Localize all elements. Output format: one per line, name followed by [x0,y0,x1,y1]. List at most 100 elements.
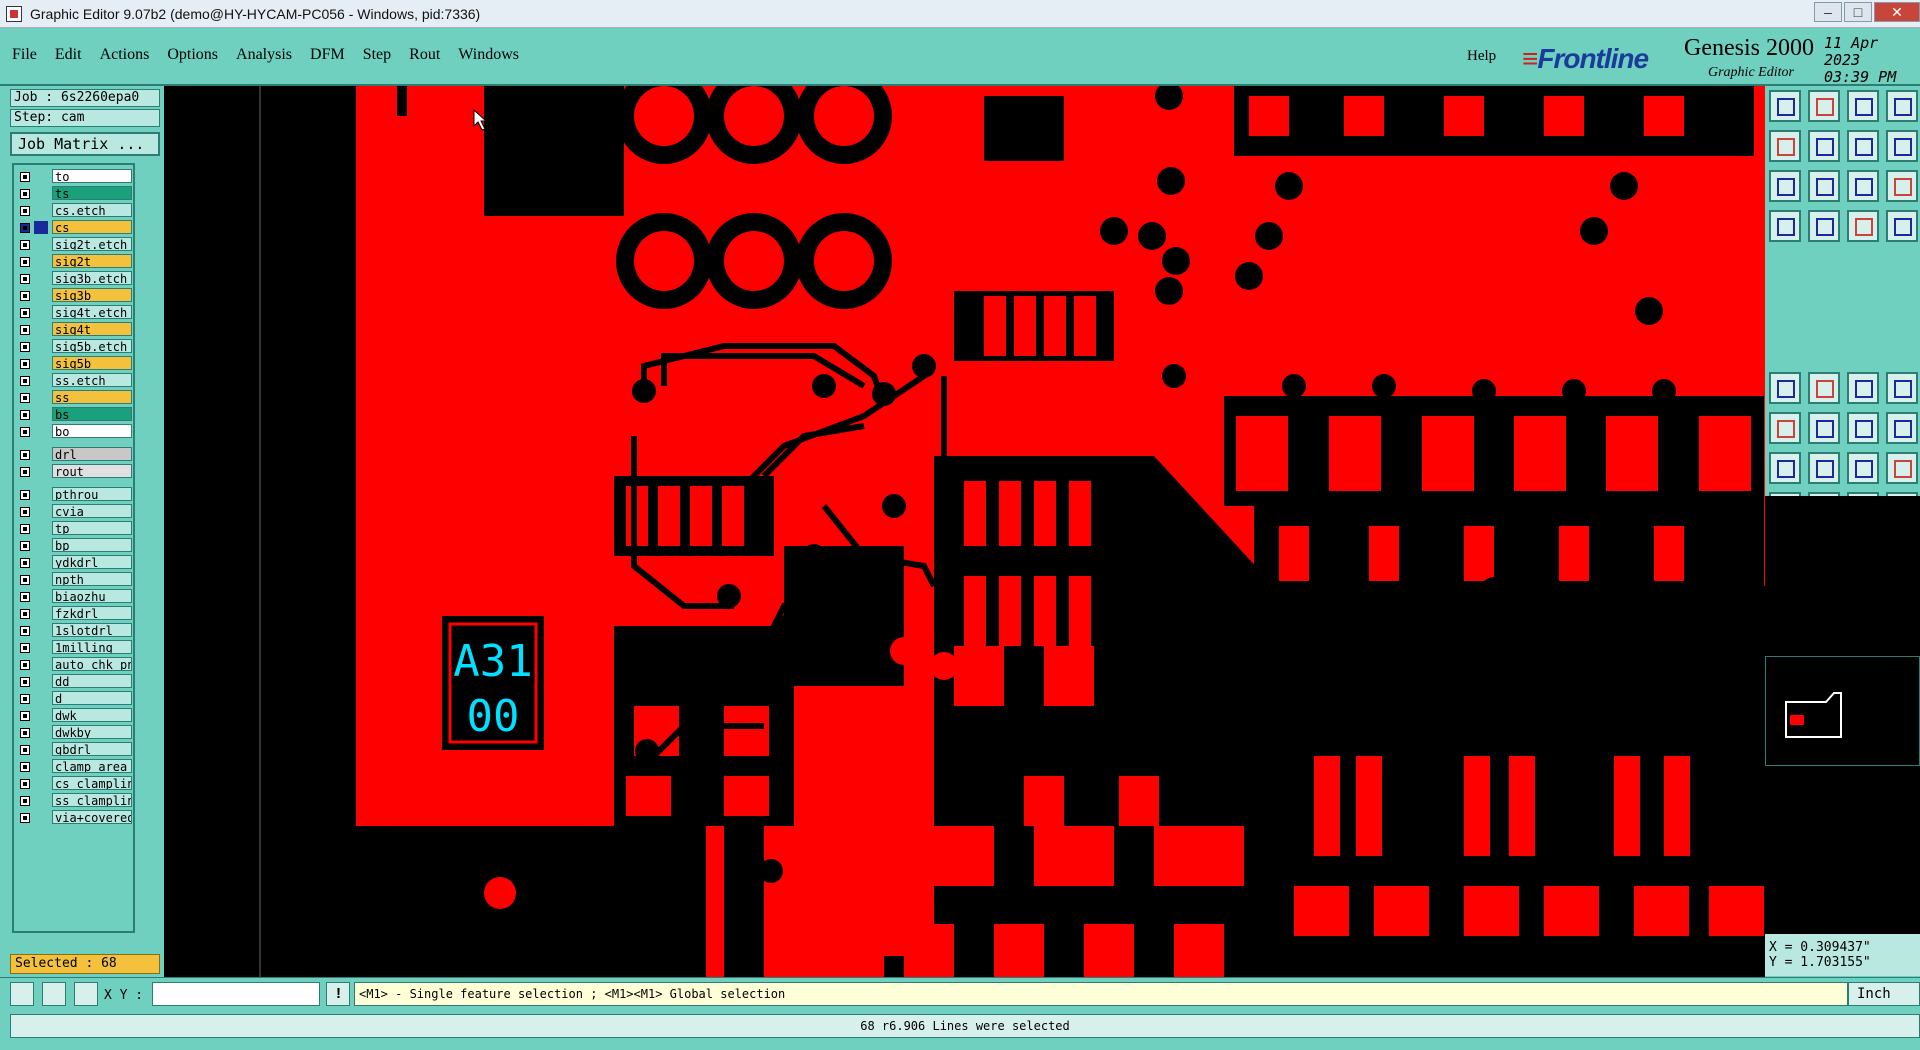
layer-row[interactable]: ydkdrl [16,555,133,570]
layer-checkbox[interactable] [20,325,30,335]
question-tool-button[interactable] [1886,170,1918,202]
layer-checkbox[interactable] [20,728,30,738]
layer-checkbox[interactable] [20,274,30,284]
layer-name[interactable]: ss.etch [52,373,132,387]
layer-name[interactable]: sig3b [52,288,132,302]
layer-name[interactable]: drl [52,447,132,461]
layer-row[interactable]: cs_clampline [16,776,133,791]
layer-name[interactable]: sig2t [52,254,132,268]
layer-row[interactable]: bo [16,424,133,439]
menu-file[interactable]: File [12,46,37,64]
move-tool-button[interactable] [1769,412,1801,444]
menu-windows[interactable]: Windows [458,46,519,64]
layer-checkbox[interactable] [20,223,30,233]
probe-tool-button[interactable] [1769,210,1801,242]
menu-step[interactable]: Step [363,46,391,64]
layer-checkbox[interactable] [20,558,30,568]
layer-name[interactable]: biaozhu [52,589,132,603]
xy-input[interactable] [152,982,320,1006]
layer-checkbox[interactable] [20,813,30,823]
layer-checkbox[interactable] [20,410,30,420]
house-tool-button[interactable] [1847,90,1879,122]
menu-options[interactable]: Options [167,46,218,64]
grid-button[interactable] [74,982,98,1006]
angle-tool-button[interactable] [1769,452,1801,484]
layer-row[interactable]: sig5b [16,356,133,371]
zoom-home-tool-button[interactable] [1769,90,1801,122]
layer-row[interactable]: sig4t.etch [16,305,133,320]
layer-checkbox[interactable] [20,524,30,534]
layer-name[interactable]: cs.etch [52,203,132,217]
layer-checkbox[interactable] [20,507,30,517]
layer-row[interactable]: 1slotdrl [16,623,133,638]
layer-name[interactable]: sig3b.etch [52,271,132,285]
layer-name[interactable]: 1slotdrl [52,623,132,637]
layer-name[interactable]: pthrou [52,487,132,501]
layer-row[interactable]: ss [16,390,133,405]
layer-checkbox[interactable] [20,490,30,500]
layer-checkbox[interactable] [20,762,30,772]
rotate-tool-button[interactable] [1808,452,1840,484]
layer-checkbox[interactable] [20,711,30,721]
menu-rout[interactable]: Rout [409,46,440,64]
redraw-tool-button[interactable] [1847,130,1879,162]
connect-tool-button[interactable] [1886,210,1918,242]
add-line-tool-button[interactable] [1808,372,1840,404]
layer-row[interactable]: biaozhu [16,589,133,604]
layer-row[interactable]: sig4t [16,322,133,337]
layer-name[interactable]: cvia [52,504,132,518]
layer-name[interactable]: clamp_area [52,759,132,773]
layer-name[interactable]: dwk [52,708,132,722]
layer-row[interactable]: 1milling [16,640,133,655]
layer-name[interactable]: ydkdrl [52,555,132,569]
menu-edit[interactable]: Edit [55,46,82,64]
layer-checkbox[interactable] [20,643,30,653]
layer-name[interactable]: via+covered [52,810,132,824]
layer-row[interactable]: cvia [16,504,133,519]
layer-name[interactable]: dwkby [52,725,132,739]
layer-checkbox[interactable] [20,376,30,386]
layer-checkbox[interactable] [20,291,30,301]
layer-row[interactable]: ts [16,186,133,201]
board-overview[interactable] [1765,656,1920,766]
zoom-out-tool-button[interactable] [1808,90,1840,122]
layer-name[interactable]: d [52,691,132,705]
graphic-canvas[interactable]: A31 00 [164,86,1765,977]
layer-checkbox[interactable] [20,779,30,789]
layer-row[interactable]: npth [16,572,133,587]
layer-row[interactable]: sig3b [16,288,133,303]
units-selector[interactable]: Inch [1848,982,1920,1006]
layer-checkbox[interactable] [20,450,30,460]
layer-name[interactable]: bo [52,424,132,438]
layer-row[interactable]: d [16,691,133,706]
layer-name[interactable]: sig4t [52,322,132,336]
snap-button[interactable] [10,982,34,1006]
menu-analysis[interactable]: Analysis [236,46,292,64]
layer-checkbox[interactable] [20,626,30,636]
layer-checkbox[interactable] [20,592,30,602]
layer-row[interactable]: cs [16,220,133,235]
layer-checkbox[interactable] [20,427,30,437]
layer-name[interactable]: bs [52,407,132,421]
layer-row[interactable]: dd [16,674,133,689]
layer-checkbox[interactable] [20,359,30,369]
layers-tool-button[interactable] [1886,90,1918,122]
layer-checkbox[interactable] [20,609,30,619]
layer-name[interactable]: to [52,169,132,183]
layer-name[interactable]: tp [52,521,132,535]
attach-tool-button[interactable] [1886,412,1918,444]
layer-row[interactable]: sig2t [16,254,133,269]
menu-help[interactable]: Help [1467,48,1496,65]
layer-name[interactable]: npth [52,572,132,586]
layer-row[interactable]: auto_chk_pn [16,657,133,672]
layer-row[interactable]: dwkby [16,725,133,740]
grid-tool-button[interactable] [1808,210,1840,242]
scale-tool-button[interactable] [1847,170,1879,202]
layer-checkbox[interactable] [20,467,30,477]
layer-checkbox[interactable] [20,393,30,403]
center-tool-button[interactable] [1808,170,1840,202]
layer-checkbox[interactable] [20,677,30,687]
layer-checkbox[interactable] [20,694,30,704]
copy-tool-button[interactable] [1847,412,1879,444]
layer-checkbox[interactable] [20,575,30,585]
